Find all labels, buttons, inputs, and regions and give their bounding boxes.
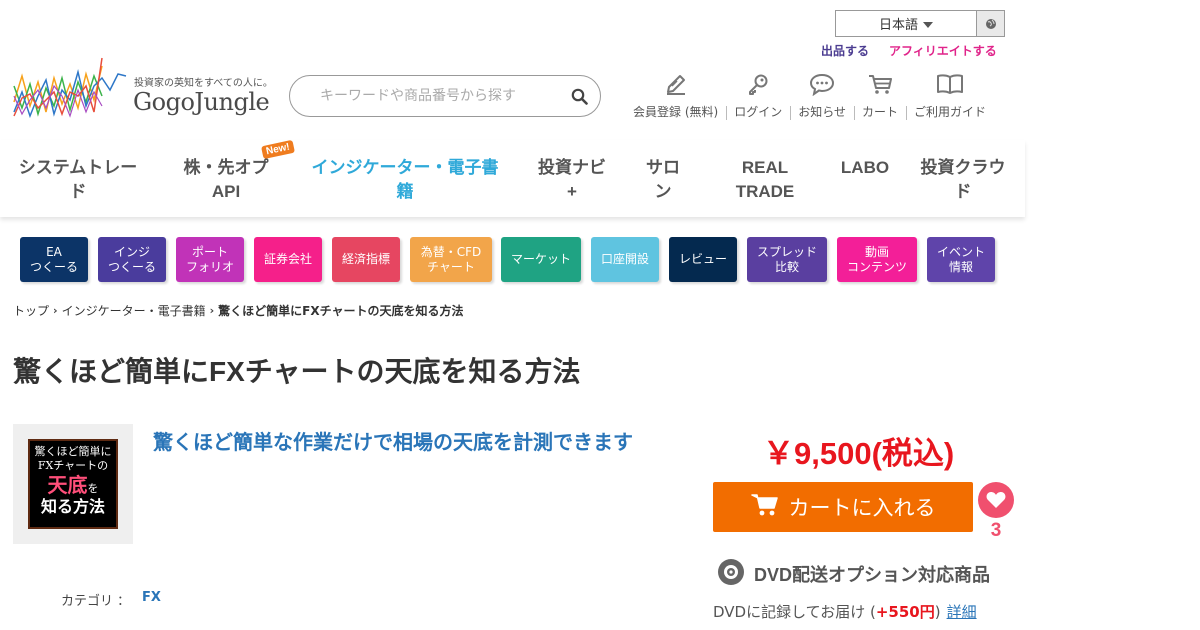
dvd-note-prefix: DVDに記録してお届け ( bbox=[713, 603, 876, 621]
breadcrumb-category[interactable]: インジケーター・電子書籍 bbox=[62, 302, 206, 319]
login-label: ログイン bbox=[734, 105, 783, 119]
caret-down-icon bbox=[923, 21, 933, 28]
notice-link[interactable]: お知らせ bbox=[790, 70, 854, 120]
cart-icon bbox=[867, 70, 893, 98]
dvd-option: DVD配送オプション対応商品 bbox=[717, 558, 990, 590]
dvd-option-label: DVD配送オプション対応商品 bbox=[754, 565, 991, 585]
cart-link[interactable]: カート bbox=[853, 70, 906, 120]
favorite-count: 3 bbox=[990, 520, 1002, 541]
chat-icon bbox=[809, 70, 835, 98]
cat-spread-compare[interactable]: スプレッド 比較 bbox=[747, 237, 827, 282]
guide-link[interactable]: ご利用ガイド bbox=[905, 70, 994, 120]
sell-link[interactable]: 出品する bbox=[821, 42, 869, 59]
nav-real-trade[interactable]: REAL TRADE bbox=[724, 156, 806, 204]
category-label: カテゴリ ： bbox=[61, 594, 131, 609]
cart-icon bbox=[750, 493, 779, 522]
pen-icon bbox=[664, 70, 688, 98]
cart-label: カート bbox=[861, 105, 898, 119]
nav-investment-cloud[interactable]: 投資クラウド bbox=[914, 156, 1012, 204]
breadcrumb-home[interactable]: トップ bbox=[13, 302, 49, 319]
dvd-note-suffix: ) bbox=[934, 603, 941, 621]
logo-graph-icon bbox=[13, 57, 127, 119]
disc-icon bbox=[717, 558, 745, 590]
guide-label: ご利用ガイド bbox=[913, 105, 986, 119]
product-thumbnail[interactable]: 驚くほど簡単に FXチャートの 天底を 知る方法 bbox=[13, 424, 133, 544]
search-icon[interactable] bbox=[571, 88, 588, 109]
dvd-note: DVDに記録してお届け ( +550円 ) 詳細 bbox=[713, 601, 977, 622]
nav-system-trade[interactable]: システムトレード bbox=[12, 156, 144, 204]
search-box[interactable] bbox=[289, 75, 601, 117]
favorite-button[interactable] bbox=[978, 482, 1014, 518]
category-link[interactable]: FX bbox=[142, 590, 161, 605]
language-label: 日本語 bbox=[878, 18, 918, 33]
product-price: ￥9,500(税込) bbox=[763, 436, 955, 471]
book-icon bbox=[936, 70, 964, 98]
key-icon bbox=[746, 70, 770, 98]
nav-labo[interactable]: LABO bbox=[830, 156, 900, 180]
cat-economic-indicators[interactable]: 経済指標 bbox=[332, 237, 400, 282]
heart-icon bbox=[986, 492, 1006, 508]
cat-event-info[interactable]: イベント 情報 bbox=[927, 237, 995, 282]
cat-review[interactable]: レビュー bbox=[669, 237, 737, 282]
product-subtitle: 驚くほど簡単な作業だけで相場の天底を計測できます bbox=[153, 432, 633, 454]
nav-indicator-ebook[interactable]: インジケーター・電子書籍 bbox=[305, 156, 505, 204]
page-title: 驚くほど簡単にFXチャートの天底を知る方法 bbox=[13, 356, 581, 387]
cat-video-content[interactable]: 動画 コンテンツ bbox=[837, 237, 917, 282]
add-to-cart-button[interactable]: カートに入れる bbox=[713, 482, 973, 532]
affiliate-link[interactable]: アフィリエイトする bbox=[889, 42, 997, 59]
cat-portfolio[interactable]: ポート フォリオ bbox=[176, 237, 244, 282]
notice-label: お知らせ bbox=[798, 105, 846, 119]
language-dropdown[interactable]: 日本語 bbox=[836, 11, 977, 36]
login-link[interactable]: ログイン bbox=[726, 70, 790, 120]
header-icon-menu: 会員登録 (無料) ログイン お知らせ カート ご利用ガイド bbox=[625, 70, 994, 120]
search-input[interactable] bbox=[320, 88, 560, 104]
breadcrumb: トップ › インジケーター・電子書籍 › 驚くほど簡単にFXチャートの天底を知る… bbox=[13, 302, 463, 319]
cat-fx-cfd-chart[interactable]: 為替・CFD チャート bbox=[410, 237, 492, 282]
chevron-right-icon: › bbox=[53, 304, 58, 317]
product-cover-image: 驚くほど簡単に FXチャートの 天底を 知る方法 bbox=[28, 439, 118, 529]
language-selector[interactable]: 日本語 bbox=[835, 10, 1005, 37]
nav-salon[interactable]: サロン bbox=[635, 156, 691, 204]
cat-account-opening[interactable]: 口座開設 bbox=[591, 237, 659, 282]
breadcrumb-current: 驚くほど簡単にFXチャートの天底を知る方法 bbox=[218, 304, 464, 318]
cat-securities[interactable]: 証券会社 bbox=[254, 237, 322, 282]
chevron-right-icon: › bbox=[209, 304, 215, 317]
register-link[interactable]: 会員登録 (無料) bbox=[625, 70, 726, 120]
globe-icon[interactable] bbox=[977, 11, 1004, 36]
register-label: 会員登録 (無料) bbox=[633, 105, 719, 119]
cat-indicator-tool[interactable]: インジ つくーる bbox=[98, 237, 166, 282]
nav-investment-navi[interactable]: 投資ナビ + bbox=[532, 156, 612, 204]
dvd-detail-link[interactable]: 詳細 bbox=[947, 601, 977, 622]
dvd-fee: +550円 bbox=[875, 603, 935, 621]
add-to-cart-label: カートに入れる bbox=[788, 496, 936, 520]
cat-ea-tool[interactable]: EA つくーる bbox=[20, 237, 88, 282]
cat-market[interactable]: マーケット bbox=[501, 237, 581, 282]
logo-text: GogoJungle bbox=[133, 88, 270, 116]
nav-stock-options[interactable]: 株・先オプ API bbox=[170, 156, 282, 204]
logo-tagline: 投資家の英知をすべての人に。 bbox=[134, 78, 273, 89]
